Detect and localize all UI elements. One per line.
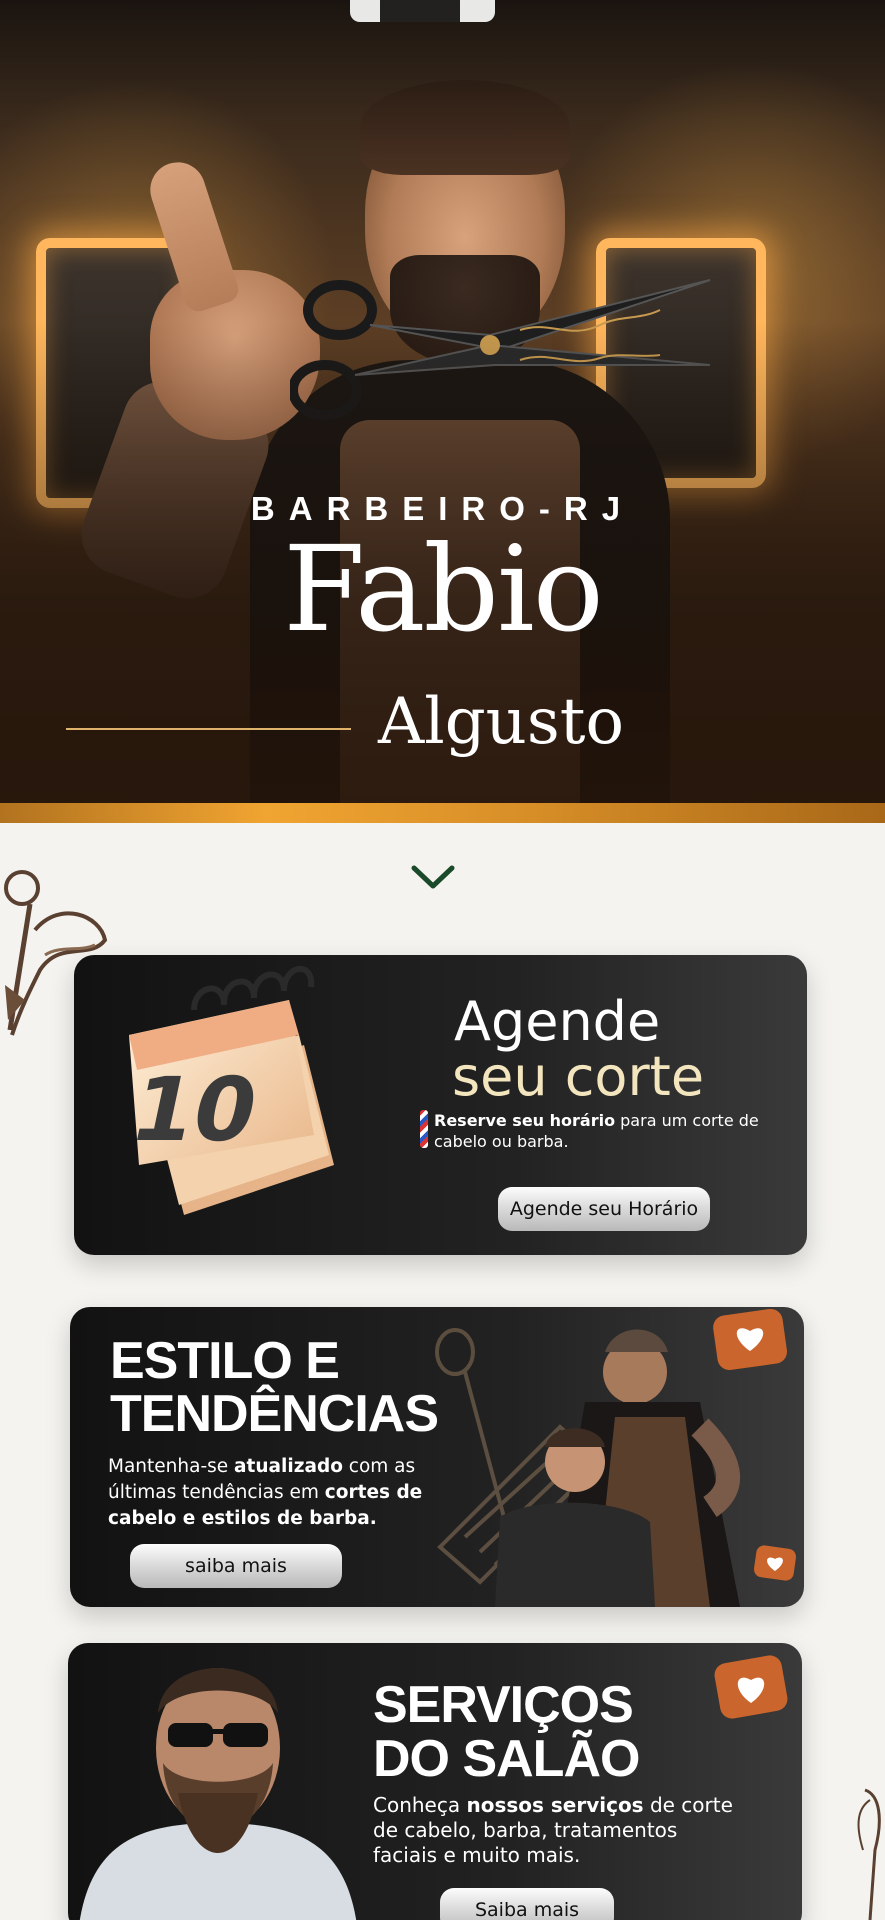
gold-divider-band <box>0 803 885 823</box>
services-button[interactable]: Saiba mais <box>440 1888 614 1920</box>
heart-badge-icon <box>713 1655 791 1730</box>
services-description: Conheça nossos serviços de corte de cabe… <box>373 1793 733 1868</box>
bearded-man-photo <box>79 1668 357 1920</box>
comb-ornament-icon <box>857 1788 881 1920</box>
heart-badge-icon <box>713 1308 788 1371</box>
barber-pole-icon <box>420 1110 428 1148</box>
schedule-card: 10 Agende seu corte Reserve seu horário … <box>74 955 807 1255</box>
trends-desc-part1: Mantenha-se <box>108 1456 235 1477</box>
schedule-title-line1: Agende <box>454 990 661 1053</box>
trends-title-line2: TENDÊNCIAS <box>110 1385 439 1443</box>
hero-divider-line <box>66 728 351 730</box>
schedule-button[interactable]: Agende seu Horário <box>498 1187 710 1231</box>
schedule-description: Reserve seu horário para um corte de cab… <box>420 1110 774 1152</box>
hero-banner: BARBEIRO-RJ Fabio Algusto <box>0 0 885 805</box>
calendar-icon: 10 <box>122 966 334 1215</box>
schedule-desc-bold: Reserve seu horário <box>434 1111 616 1130</box>
services-desc-bold: nossos serviços <box>466 1793 644 1817</box>
services-desc-part1: Conheça <box>373 1793 467 1817</box>
schedule-title-line2: seu corte <box>452 1045 705 1108</box>
services-card: SERVIÇOS DO SALÃO Conheça nossos serviço… <box>68 1643 802 1920</box>
heart-badge-small-icon <box>754 1545 796 1581</box>
trends-card: ESTILO E TENDÊNCIAS Mantenha-se atualiza… <box>70 1307 804 1607</box>
hero-title: Fabio <box>283 520 604 658</box>
trends-title: ESTILO E TENDÊNCIAS <box>110 1332 439 1443</box>
trends-description: Mantenha-se atualizado com as últimas te… <box>108 1454 438 1532</box>
hero-subtitle: Algusto <box>378 685 624 759</box>
chevron-down-icon[interactable] <box>410 862 456 892</box>
services-title: SERVIÇOS DO SALÃO <box>373 1676 640 1788</box>
calendar-number: 10 <box>122 1058 266 1161</box>
services-title-line2: DO SALÃO <box>373 1730 640 1788</box>
trends-title-line1: ESTILO E <box>110 1332 340 1390</box>
barber-cutting-hair-photo <box>435 1308 796 1607</box>
trends-button[interactable]: saiba mais <box>130 1544 342 1588</box>
services-title-line1: SERVIÇOS <box>373 1676 634 1734</box>
trends-desc-bold1: atualizado <box>234 1456 343 1477</box>
